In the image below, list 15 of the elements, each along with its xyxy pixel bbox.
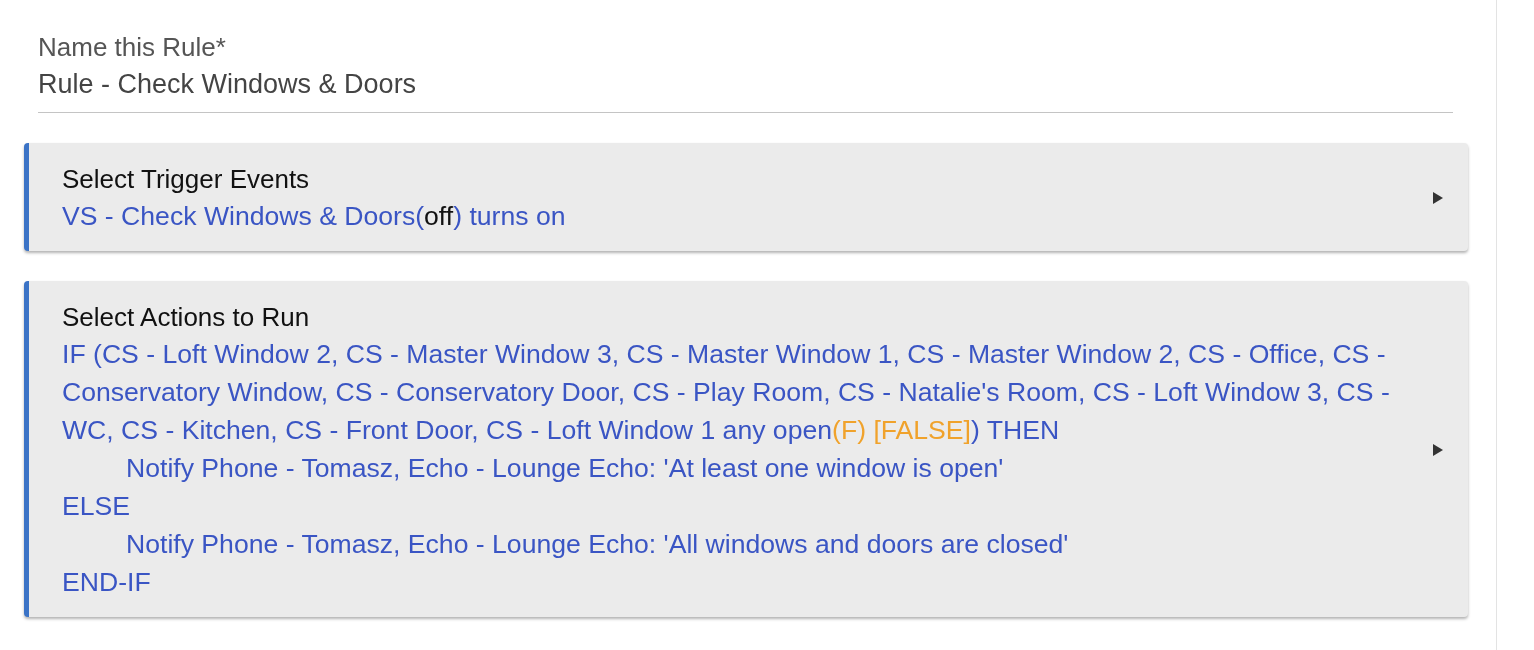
rule-text: IF (CS - Loft Window 2, CS - Master Window 3, CS - Master Window 1, CS - Master Window 2, CS - Office, CS - Conservatory Window, CS - Conservatory Door, CS - Play Room, CS - Natalie's Room, CS - Loft Window 3, CS - WC, CS - Kitchen, CS - Front Door, CS - Loft Window 1 any open(F) [FALSE]) THEN xyxy=(62,338,1391,447)
field-label: Name this Rule* xyxy=(38,31,227,64)
section-title: Select Actions to Run xyxy=(62,301,311,334)
rule-text: END-IF xyxy=(62,566,152,599)
rule-text: Notify Phone - Tomasz, Echo - Lounge Echo: 'All windows and doors are closed' xyxy=(125,528,1070,561)
section-card[interactable]: Select Trigger Events VS - Check Windows & Doors(off) turns on xyxy=(24,143,1468,251)
rule-text: ELSE xyxy=(62,490,131,523)
rule-name-field[interactable]: Name this Rule* Rule - Check Windows & Doors xyxy=(38,30,1453,113)
expand-arrow-icon[interactable] xyxy=(1432,443,1444,457)
rule-text: VS - Check Windows & Doors(off) turns on xyxy=(62,200,567,233)
rule-text: Notify Phone - Tomasz, Echo - Lounge Echo: 'At least one window is open' xyxy=(125,452,1005,485)
section-title: Select Trigger Events xyxy=(62,163,311,196)
expand-arrow-icon[interactable] xyxy=(1432,191,1444,205)
field-value: Rule - Check Windows & Doors xyxy=(38,68,418,101)
section-card[interactable] xyxy=(24,281,1468,617)
